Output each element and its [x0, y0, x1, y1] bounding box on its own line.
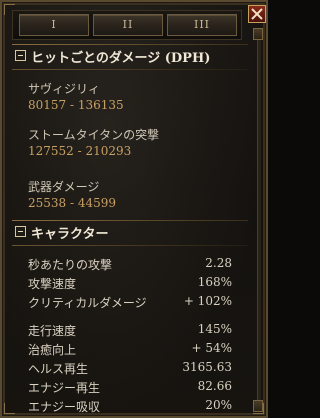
dph-skill-value: 80157 - 136135	[28, 98, 124, 112]
stat-value: 145%	[197, 322, 232, 336]
dph-skill-label: サヴィジリィ	[28, 82, 101, 96]
section-title: キャラクター	[31, 227, 109, 242]
stat-value: + 54%	[191, 341, 232, 355]
stat-value: 2.28	[205, 256, 232, 270]
divider	[12, 69, 248, 70]
character-section-header[interactable]: キャラクター	[12, 218, 248, 246]
stat-label: エナジー吸収	[28, 400, 101, 414]
scrollbar-track[interactable]	[257, 30, 261, 412]
dph-skill-value: 25538 - 44599	[28, 196, 117, 210]
collapse-toggle-icon[interactable]	[15, 226, 26, 237]
character-stats-panel: I II III ヒットごとのダメージ (DPH) サヴィジリィ 80157 -…	[0, 0, 268, 418]
dph-section-header[interactable]: ヒットごとのダメージ (DPH)	[12, 42, 248, 70]
stat-label: 秒あたりの攻撃	[28, 258, 113, 272]
scrollbar[interactable]	[252, 26, 266, 416]
frame-corner-ornament	[4, 403, 15, 414]
stat-label: 治癒向上	[28, 343, 77, 357]
dph-skill-value: 127552 - 210293	[28, 144, 132, 158]
divider	[12, 44, 248, 45]
section-title: ヒットごとのダメージ (DPH)	[31, 51, 211, 66]
scroll-up-handle[interactable]	[253, 28, 263, 40]
tab-3[interactable]: III	[167, 14, 237, 36]
stat-value: 20%	[205, 398, 232, 412]
dph-skill-label: ストームタイタンの突撃	[28, 128, 160, 142]
stat-label: ヘルス再生	[28, 362, 89, 376]
collapse-toggle-icon[interactable]	[15, 50, 26, 61]
stat-label: 攻撃速度	[28, 277, 77, 291]
stat-value: + 102%	[183, 294, 232, 308]
stat-label: エナジー再生	[28, 381, 101, 395]
tab-bar: I II III	[12, 10, 242, 40]
scroll-down-handle[interactable]	[253, 400, 263, 412]
stat-label: 走行速度	[28, 324, 77, 338]
dph-skill-label: 武器ダメージ	[28, 180, 100, 194]
stat-value: 82.66	[197, 379, 232, 393]
close-button[interactable]	[248, 5, 266, 23]
tab-2[interactable]: II	[93, 14, 163, 36]
tab-1[interactable]: I	[19, 14, 89, 36]
stat-label: クリティカルダメージ	[28, 296, 147, 310]
close-icon	[251, 8, 263, 20]
stat-value: 168%	[197, 275, 232, 289]
divider	[12, 245, 248, 246]
stat-value: 3165.63	[182, 360, 232, 374]
divider	[12, 220, 248, 221]
